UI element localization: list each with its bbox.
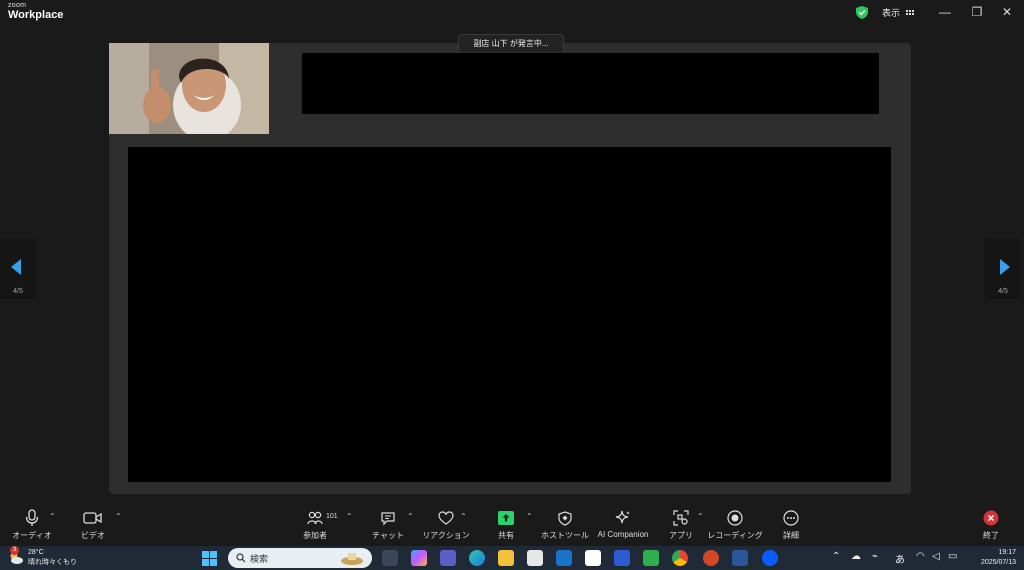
- zoom-icon[interactable]: [762, 550, 778, 566]
- participants-label: 参加者: [303, 531, 327, 540]
- view-label: 表示: [882, 7, 901, 18]
- chrome-icon[interactable]: [672, 550, 688, 566]
- title-bar: zoom Workplace 表示 — ❐ ✕: [0, 0, 1024, 26]
- brand-small: zoom: [8, 2, 27, 9]
- view-button[interactable]: 表示: [876, 4, 920, 20]
- grid-icon: [906, 9, 915, 15]
- app-icon[interactable]: [585, 550, 601, 566]
- record-icon: [724, 508, 746, 528]
- apps-options-chevron-icon[interactable]: ⌃: [697, 512, 704, 521]
- shared-content-top: [302, 53, 879, 114]
- ai-companion-label: AI Companion: [597, 530, 649, 539]
- line-icon[interactable]: [643, 550, 659, 566]
- edge-icon[interactable]: [469, 550, 485, 566]
- reactions-label: リアクション: [422, 531, 470, 540]
- end-label: 終了: [983, 531, 999, 540]
- chat-label: チャット: [372, 531, 404, 540]
- restore-button[interactable]: ❐: [969, 5, 985, 19]
- wifi-icon[interactable]: ◠: [916, 551, 925, 562]
- meeting-toolbar: オーディオ ⌃ ビデオ ⌃ 参加者 101 ⌃ チャット ⌃ リアクション ⌃ …: [0, 500, 1024, 544]
- search-highlight-icon: [341, 553, 363, 565]
- host-tools-label: ホストツール: [541, 531, 589, 540]
- search-icon: [236, 553, 246, 563]
- arrow-left-icon: [11, 259, 21, 275]
- arrow-right-icon: [1000, 259, 1010, 275]
- windows-start-icon[interactable]: [202, 551, 217, 566]
- reactions-options-chevron-icon[interactable]: ⌃: [460, 512, 467, 521]
- end-meeting-button[interactable]: 終了: [961, 508, 1021, 541]
- video-camera-icon: [82, 508, 104, 528]
- clock-date: 2025/07/13: [980, 559, 1016, 566]
- teams-icon[interactable]: [440, 550, 456, 566]
- weather-temp: 28°C: [28, 549, 44, 556]
- audio-label: オーディオ: [12, 531, 52, 540]
- participants-icon: [304, 508, 326, 528]
- copilot-icon[interactable]: [411, 550, 427, 566]
- apps-icon: [670, 508, 692, 528]
- file-explorer-icon[interactable]: [498, 550, 514, 566]
- windows-taskbar: 28°C 晴れ時々くもり 3 検索 ⌃ ☁ ⌁ あ ◠ ◁ ▭ 19:17 20…: [0, 546, 1024, 570]
- share-screen-icon: [495, 508, 517, 528]
- participants-count: 101: [326, 513, 338, 520]
- page-indicator-left: 4/5: [13, 288, 23, 295]
- close-button[interactable]: ✕: [999, 5, 1015, 19]
- more-dots-icon: [780, 508, 802, 528]
- recording-button[interactable]: レコーディング: [705, 508, 765, 541]
- taskbar-search[interactable]: 検索: [228, 548, 372, 568]
- shared-content-main: [128, 147, 891, 482]
- audio-options-chevron-icon[interactable]: ⌃: [49, 512, 56, 521]
- reactions-button[interactable]: リアクション: [416, 508, 476, 541]
- chat-options-chevron-icon[interactable]: ⌃: [407, 512, 414, 521]
- participant-video-thumbnail[interactable]: [109, 43, 269, 134]
- recording-label: レコーディング: [707, 531, 763, 540]
- host-tools-button[interactable]: ホストツール: [535, 508, 595, 541]
- tray-app-icon[interactable]: ⌁: [872, 551, 878, 562]
- search-placeholder: 検索: [250, 553, 269, 564]
- end-x-icon: [980, 508, 1002, 528]
- clock-time: 19:17: [998, 549, 1016, 556]
- vscode-icon[interactable]: [614, 550, 630, 566]
- app-logo: zoom Workplace: [8, 2, 63, 21]
- weather-text: 晴れ時々くもり: [28, 559, 77, 566]
- video-button[interactable]: ビデオ: [63, 508, 123, 541]
- video-options-chevron-icon[interactable]: ⌃: [115, 512, 122, 521]
- more-label: 詳細: [783, 531, 799, 540]
- tray-overflow-chevron-icon[interactable]: ⌃: [832, 551, 840, 562]
- store-icon[interactable]: [527, 550, 543, 566]
- share-label: 共有: [498, 531, 514, 540]
- page-indicator-right: 4/5: [998, 288, 1008, 295]
- battery-icon[interactable]: ▭: [948, 551, 957, 562]
- apps-label: アプリ: [669, 531, 693, 540]
- video-label: ビデオ: [81, 531, 105, 540]
- prev-page-button[interactable]: 4/5: [0, 239, 36, 299]
- more-button[interactable]: 詳細: [761, 508, 821, 541]
- ime-indicator[interactable]: あ: [895, 551, 905, 566]
- outlook-icon[interactable]: [556, 550, 572, 566]
- chat-icon: [377, 508, 399, 528]
- microphone-icon: [21, 508, 43, 528]
- task-view-icon[interactable]: [382, 550, 398, 566]
- heart-icon: [435, 508, 457, 528]
- shield-icon: [554, 508, 576, 528]
- minimize-button[interactable]: —: [937, 5, 953, 19]
- taskbar-clock[interactable]: 19:17 2025/07/13: [968, 548, 1016, 568]
- participants-options-chevron-icon[interactable]: ⌃: [346, 512, 353, 521]
- weather-badge: 3: [10, 546, 19, 555]
- person-video-image: [109, 43, 269, 134]
- share-options-chevron-icon[interactable]: ⌃: [526, 512, 533, 521]
- ai-companion-button[interactable]: AI Companion: [593, 508, 653, 539]
- powerpoint-icon[interactable]: [703, 550, 719, 566]
- sparkle-icon: [612, 508, 634, 528]
- speaking-indicator: 副店 山下 が発言中...: [458, 34, 564, 52]
- onedrive-cloud-icon[interactable]: ☁: [851, 551, 861, 562]
- shield-check-icon[interactable]: [856, 6, 868, 19]
- volume-icon[interactable]: ◁: [932, 551, 940, 562]
- word-icon[interactable]: [732, 550, 748, 566]
- brand-name: Workplace: [8, 9, 64, 21]
- next-page-button[interactable]: 4/5: [985, 239, 1021, 299]
